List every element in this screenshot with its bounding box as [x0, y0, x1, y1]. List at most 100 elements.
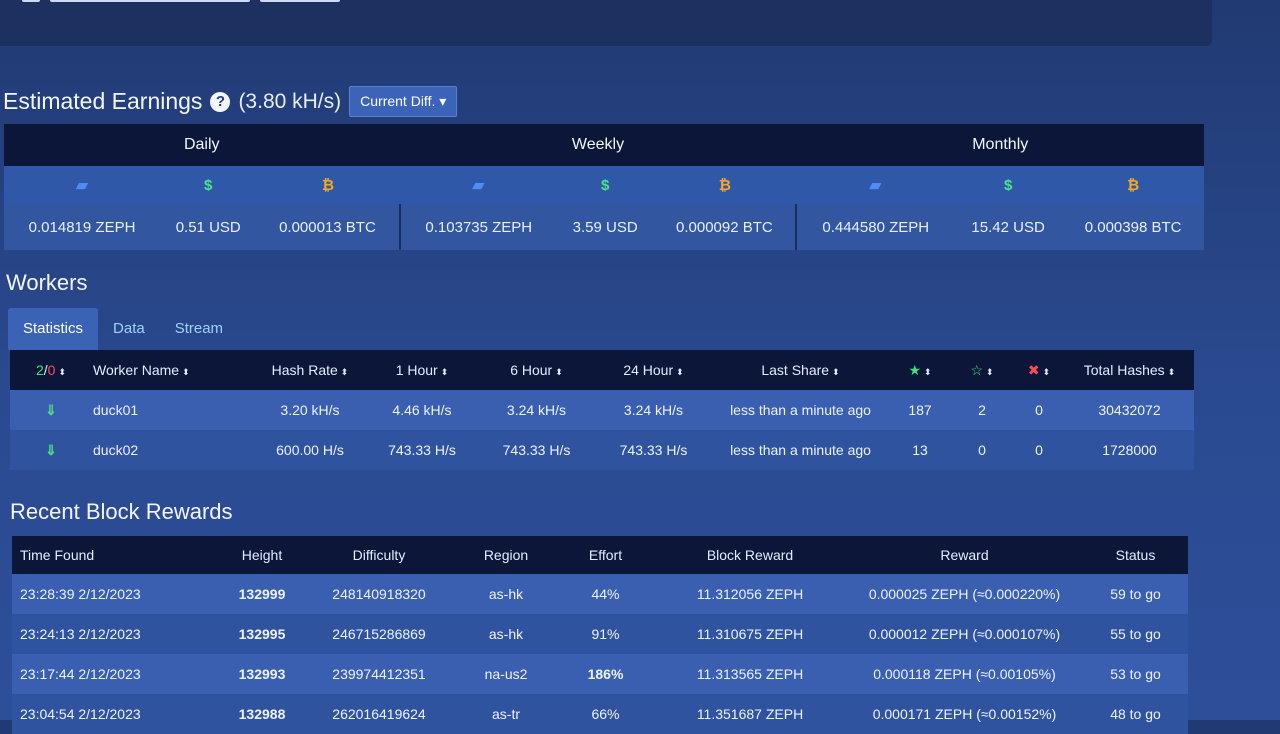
monthly-btc-value: 0.000398 BTC — [1062, 204, 1204, 250]
block-effort: 44% — [557, 574, 654, 614]
hash-rate: 3.20 kH/s — [254, 390, 366, 430]
block-status: 48 to go — [1083, 694, 1188, 734]
x-icon: ✖ — [1027, 361, 1040, 378]
dollar-icon: $ — [954, 166, 1063, 204]
online-status-icon: ⇓ — [45, 401, 57, 418]
valid-shares: 13 — [889, 430, 951, 470]
earnings-hashrate: (3.80 kH/s) — [238, 89, 342, 113]
worker-count-header[interactable]: 2/0 ⬍ — [10, 350, 92, 390]
col-region: Region — [455, 536, 557, 574]
stale-shares: 2 — [951, 390, 1013, 430]
help-icon[interactable]: ? — [210, 91, 231, 112]
block-reward: 11.351687 ZEPH — [654, 694, 846, 734]
workers-title: Workers — [6, 270, 88, 295]
daily-btc-value: 0.000013 BTC — [256, 204, 400, 250]
table-row: ⇓ duck01 3.20 kH/s 4.46 kH/s 3.24 kH/s 3… — [10, 390, 1194, 430]
stale-shares: 0 — [951, 430, 1013, 470]
table-row: 23:04:54 2/12/2023 132988 262016419624 a… — [12, 694, 1188, 734]
block-time: 23:24:13 2/12/2023 — [12, 614, 221, 654]
col-valid-shares[interactable]: ★ ⬍ — [889, 350, 951, 390]
block-difficulty: 262016419624 — [303, 694, 455, 734]
hash-24h: 743.33 H/s — [595, 430, 712, 470]
col-24-hour[interactable]: 24 Hour ⬍ — [595, 350, 712, 390]
user-reward: 0.000118 ZEPH (≈0.00105%) — [846, 654, 1083, 694]
block-difficulty: 246715286869 — [303, 614, 455, 654]
offline-count: 0 — [47, 362, 56, 378]
table-row: 23:24:13 2/12/2023 132995 246715286869 a… — [12, 614, 1188, 654]
col-worker-name[interactable]: Worker Name ⬍ — [92, 350, 254, 390]
sort-icon: ⬍ — [440, 367, 449, 377]
col-reward: Reward — [846, 536, 1083, 574]
period-daily: Daily — [4, 124, 400, 166]
zeph-coin-icon: ▰ — [796, 166, 955, 204]
sort-icon: ⬍ — [182, 367, 190, 377]
user-reward: 0.000012 ZEPH (≈0.000107%) — [846, 614, 1083, 654]
block-time: 23:04:54 2/12/2023 — [12, 694, 221, 734]
col-height: Height — [221, 536, 303, 574]
bitcoin-icon: ₿ — [256, 166, 400, 204]
col-block-reward: Block Reward — [654, 536, 846, 574]
table-row: ⇓ duck02 600.00 H/s 743.33 H/s 743.33 H/… — [10, 430, 1194, 470]
online-count: 2 — [35, 362, 44, 378]
worker-name: duck01 — [92, 390, 254, 430]
block-time: 23:17:44 2/12/2023 — [12, 654, 221, 694]
tab-statistics[interactable]: Statistics — [8, 308, 99, 350]
daily-zeph-value: 0.014819 ZEPH — [4, 204, 161, 250]
weekly-btc-value: 0.000092 BTC — [653, 204, 797, 250]
hash-rate: 600.00 H/s — [254, 430, 366, 470]
block-region: as-hk — [455, 614, 557, 654]
top-header-bar — [0, 0, 1212, 46]
star-filled-icon: ★ — [908, 361, 921, 378]
valid-shares: 187 — [889, 390, 951, 430]
dollar-icon: $ — [160, 166, 257, 204]
worker-name: duck02 — [92, 430, 254, 470]
zeph-coin-icon: ▰ — [4, 166, 161, 204]
col-last-share[interactable]: Last Share ⬍ — [712, 350, 889, 390]
block-reward: 11.313565 ZEPH — [654, 654, 846, 694]
earnings-title: Estimated Earnings — [3, 88, 203, 114]
col-stale-shares[interactable]: ☆ ⬍ — [951, 350, 1013, 390]
hash-24h: 3.24 kH/s — [595, 390, 712, 430]
dollar-icon: $ — [557, 166, 654, 204]
hash-6h: 743.33 H/s — [478, 430, 595, 470]
period-monthly: Monthly — [796, 124, 1204, 166]
block-status: 55 to go — [1083, 614, 1188, 654]
monthly-usd-value: 15.42 USD — [954, 204, 1063, 250]
zeph-coin-icon: ▰ — [399, 166, 558, 204]
col-hash-rate[interactable]: Hash Rate ⬍ — [254, 350, 366, 390]
bitcoin-icon: ₿ — [1062, 166, 1204, 204]
sort-icon: ⬍ — [555, 367, 563, 377]
block-time: 23:28:39 2/12/2023 — [12, 574, 221, 614]
block-region: na-us2 — [455, 654, 557, 694]
block-height[interactable]: 132988 — [221, 694, 303, 734]
block-reward: 11.310675 ZEPH — [654, 614, 846, 654]
block-reward: 11.312056 ZEPH — [654, 574, 846, 614]
block-effort: 91% — [557, 614, 654, 654]
col-invalid-shares[interactable]: ✖ ⬍ — [1013, 350, 1065, 390]
tab-data[interactable]: Data — [98, 308, 160, 350]
block-height[interactable]: 132993 — [221, 654, 303, 694]
earnings-header: Estimated Earnings ? (3.80 kH/s) Current… — [3, 86, 458, 117]
total-hashes: 1728000 — [1065, 430, 1194, 470]
block-height[interactable]: 132995 — [221, 614, 303, 654]
col-1-hour[interactable]: 1 Hour ⬍ — [366, 350, 478, 390]
block-status: 59 to go — [1083, 574, 1188, 614]
col-difficulty: Difficulty — [303, 536, 455, 574]
monthly-zeph-value: 0.444580 ZEPH — [795, 204, 955, 250]
table-row: 23:17:44 2/12/2023 132993 239974412351 n… — [12, 654, 1188, 694]
sort-icon: ⬍ — [1042, 366, 1051, 377]
daily-usd-value: 0.51 USD — [160, 204, 257, 250]
workers-tabs: Statistics Data Stream — [8, 308, 238, 350]
block-status: 53 to go — [1083, 654, 1188, 694]
sort-icon: ⬍ — [986, 366, 994, 377]
col-6-hour[interactable]: 6 Hour ⬍ — [478, 350, 595, 390]
col-time-found: Time Found — [12, 536, 221, 574]
block-difficulty: 248140918320 — [303, 574, 455, 614]
sort-icon: ⬍ — [340, 367, 349, 377]
difficulty-dropdown-button[interactable]: Current Diff. ▾ — [349, 86, 458, 117]
col-total-hashes[interactable]: Total Hashes ⬍ — [1065, 350, 1194, 390]
block-height[interactable]: 132999 — [221, 574, 303, 614]
weekly-zeph-value: 0.103735 ZEPH — [398, 204, 558, 250]
bitcoin-icon: ₿ — [653, 166, 797, 204]
tab-stream[interactable]: Stream — [160, 308, 238, 350]
